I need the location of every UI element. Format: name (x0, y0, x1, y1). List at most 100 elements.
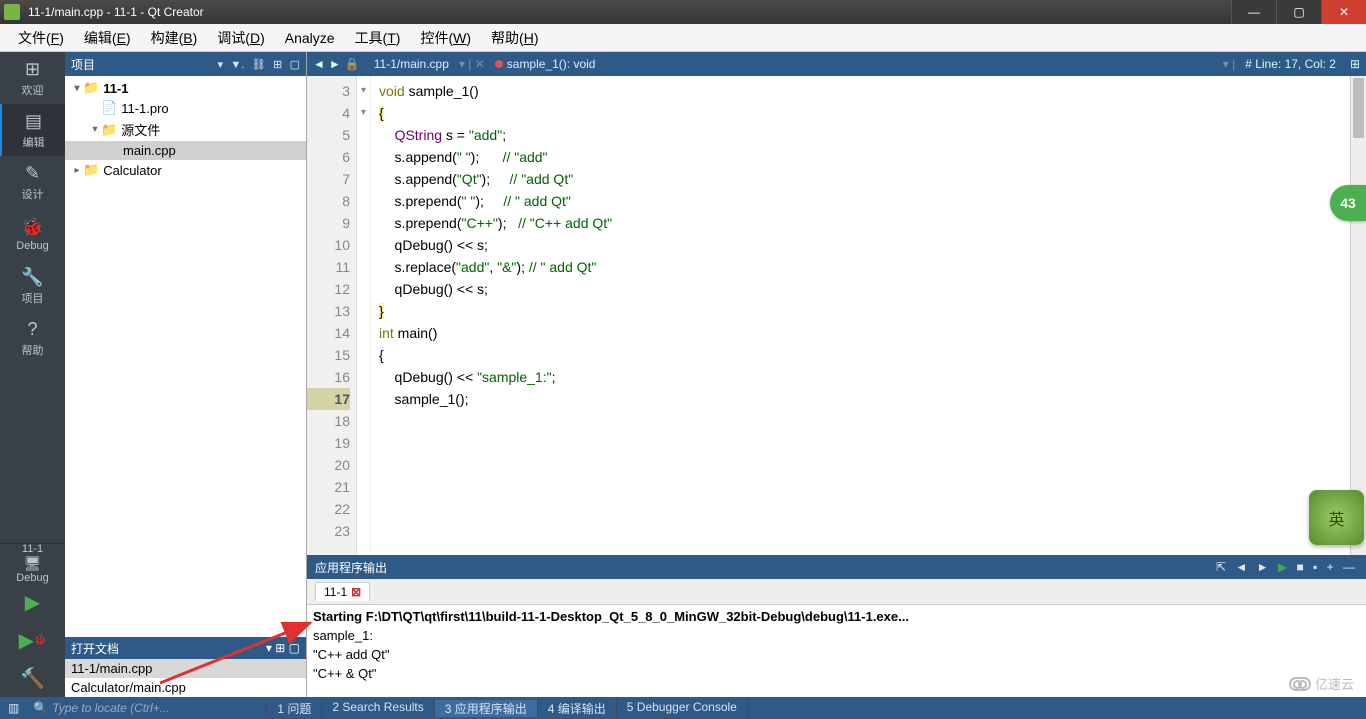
status-tab[interactable]: 4 编译输出 (538, 700, 617, 717)
attach-icon[interactable]: ⇱ (1216, 560, 1226, 574)
mode-欢迎[interactable]: ⊞ 欢迎 (0, 52, 65, 104)
output-tab[interactable]: 11-1 ⊠ (315, 582, 370, 601)
window-title: 11-1/main.cpp - 11-1 - Qt Creator (24, 5, 1231, 19)
status-tab[interactable]: 3 应用程序输出 (435, 700, 538, 717)
tree-item[interactable]: ▾📁11-1 (65, 78, 306, 98)
nav-fwd-icon[interactable]: ► (329, 57, 341, 71)
source-text[interactable]: void sample_1(){ QString s = "add"; s.ap… (371, 76, 1350, 555)
run-button[interactable]: ▶ (0, 583, 65, 621)
open-docs-title: 打开文档 (71, 640, 266, 657)
menu-item[interactable]: 工具(T) (345, 24, 411, 52)
stop2-icon[interactable]: ▪ (1313, 560, 1317, 574)
toggle-sidebar-icon[interactable]: ▥ (0, 701, 27, 715)
add-split-icon[interactable]: ⊞ (273, 59, 282, 71)
mode-icon: 🔧 (21, 267, 43, 288)
mode-编辑[interactable]: ▤ 编辑 (0, 104, 65, 156)
editor-scrollbar[interactable] (1350, 76, 1366, 555)
menu-item[interactable]: 帮助(H) (481, 24, 548, 52)
tree-item[interactable]: 📄11-1.pro (65, 98, 306, 118)
mode-icon: ⊞ (25, 59, 40, 80)
fold-gutter[interactable]: ▾▾ (357, 76, 371, 555)
window-titlebar: 11-1/main.cpp - 11-1 - Qt Creator — ▢ ✕ (0, 0, 1366, 24)
locator-input[interactable] (52, 701, 260, 715)
mode-label: 项目 (22, 290, 44, 306)
close-pane-icon[interactable]: ▢ (290, 59, 300, 71)
output-tab-label: 11-1 (324, 585, 347, 599)
open-doc-item[interactable]: 11-1/main.cpp (65, 659, 306, 678)
mode-Debug[interactable]: 🐞 Debug (0, 208, 65, 260)
menu-item[interactable]: 控件(W) (410, 24, 481, 52)
menu-item[interactable]: 调试(D) (207, 24, 274, 52)
ime-badge[interactable]: 英 (1309, 490, 1364, 545)
debug-run-button[interactable]: ▶🐞 (0, 621, 65, 659)
mode-icon: ✎ (25, 163, 40, 184)
project-pane-title: 项目 (71, 56, 214, 73)
add-split-icon[interactable]: ⊞ (275, 641, 285, 655)
tree-item[interactable]: ▸📁Calculator (65, 160, 306, 180)
mode-label: 欢迎 (22, 82, 44, 98)
add-icon[interactable]: + (1327, 560, 1334, 574)
output-panel-header: 应用程序输出 ⇱ ◄ ► ▶ ■ ▪ + — (307, 555, 1366, 579)
mode-icon: 🐞 (21, 217, 43, 238)
search-icon: 🔍 (33, 701, 48, 715)
close-pane-icon[interactable]: ▢ (289, 641, 300, 655)
code-editor[interactable]: 34567891011121314151617181920212223 ▾▾ v… (307, 76, 1366, 555)
filter-icon[interactable]: ▼. (230, 59, 244, 71)
status-tab[interactable]: 1 问题 (267, 700, 322, 717)
link-icon[interactable]: ⛓ (252, 59, 266, 71)
mode-label: 设计 (22, 186, 44, 202)
mode-icon: ? (27, 319, 37, 340)
output-text[interactable]: Starting F:\DT\QT\qt\first\11\build-11-1… (307, 605, 1366, 697)
mode-帮助[interactable]: ? 帮助 (0, 312, 65, 364)
next-icon[interactable]: ► (1257, 560, 1269, 574)
status-tab[interactable]: 5 Debugger Console (617, 700, 748, 717)
lock-icon[interactable]: 🔒 (345, 57, 360, 71)
project-tree[interactable]: ▾📁11-1📄11-1.pro▾📁源文件main.cpp▸📁Calculator (65, 76, 306, 637)
menu-item[interactable]: Analyze (275, 26, 345, 50)
locator[interactable]: 🔍 (27, 701, 267, 715)
status-tab[interactable]: 2 Search Results (322, 700, 434, 717)
remove-icon[interactable]: — (1343, 560, 1355, 574)
status-bar: ▥ 🔍 1 问题2 Search Results3 应用程序输出4 编译输出5 … (0, 697, 1366, 719)
mode-项目[interactable]: 🔧 项目 (0, 260, 65, 312)
mode-label: 帮助 (22, 342, 44, 358)
cursor-position: # Line: 17, Col: 2 (1237, 57, 1344, 71)
file-selector[interactable]: 11-1/main.cpp (366, 57, 457, 71)
mode-设计[interactable]: ✎ 设计 (0, 156, 65, 208)
monitor-icon: 🖥 (24, 555, 42, 572)
nav-back-icon[interactable]: ◄ (313, 57, 325, 71)
project-pane-header: 项目 ▾ ▼. ⛓ ⊞ ▢ (65, 52, 306, 76)
line-gutter[interactable]: 34567891011121314151617181920212223 (307, 76, 357, 555)
open-docs-header: 打开文档 ▾ ⊞ ▢ (65, 637, 306, 659)
stop-icon[interactable]: ■ (1296, 560, 1303, 574)
kit-name: 11-1 (22, 543, 43, 555)
editor-area: ◄ ► 🔒 11-1/main.cpp ▾ | ✕ sample_1(): vo… (307, 52, 1366, 697)
notification-badge[interactable]: 43 (1330, 185, 1366, 221)
mode-label: Debug (16, 240, 48, 252)
close-button[interactable]: ✕ (1321, 0, 1366, 24)
kit-selector[interactable]: 11-1 🖥 Debug (0, 543, 65, 583)
prev-icon[interactable]: ◄ (1235, 560, 1247, 574)
menu-item[interactable]: 编辑(E) (74, 24, 141, 52)
menu-item[interactable]: 构建(B) (141, 24, 208, 52)
open-docs-list[interactable]: 11-1/main.cppCalculator/main.cpp (65, 659, 306, 697)
app-icon (4, 4, 20, 20)
symbol-selector[interactable]: sample_1(): void (487, 57, 604, 71)
side-panel: 项目 ▾ ▼. ⛓ ⊞ ▢ ▾📁11-1📄11-1.pro▾📁源文件main.c… (65, 52, 307, 697)
dropdown-icon[interactable]: ▾ (266, 641, 272, 655)
tree-item[interactable]: ▾📁源文件 (65, 118, 306, 141)
mode-icon: ▤ (25, 111, 42, 132)
open-doc-item[interactable]: Calculator/main.cpp (65, 678, 306, 697)
split-icon[interactable]: ⊞ (1344, 57, 1366, 71)
tree-item[interactable]: main.cpp (65, 141, 306, 160)
close-tab-icon[interactable]: ⊠ (351, 585, 361, 599)
dropdown-icon[interactable]: ▾ (218, 59, 224, 71)
build-button[interactable]: 🔨 (0, 659, 65, 697)
minimize-button[interactable]: — (1231, 0, 1276, 24)
mode-label: 编辑 (23, 134, 45, 150)
rerun-icon[interactable]: ▶ (1278, 560, 1287, 574)
maximize-button[interactable]: ▢ (1276, 0, 1321, 24)
menu-item[interactable]: 文件(F) (8, 24, 74, 52)
mode-sidebar: ⊞欢迎▤编辑✎设计🐞Debug🔧项目?帮助 11-1 🖥 Debug ▶ ▶🐞 … (0, 52, 65, 697)
output-tab-row: 11-1 ⊠ (307, 579, 1366, 605)
